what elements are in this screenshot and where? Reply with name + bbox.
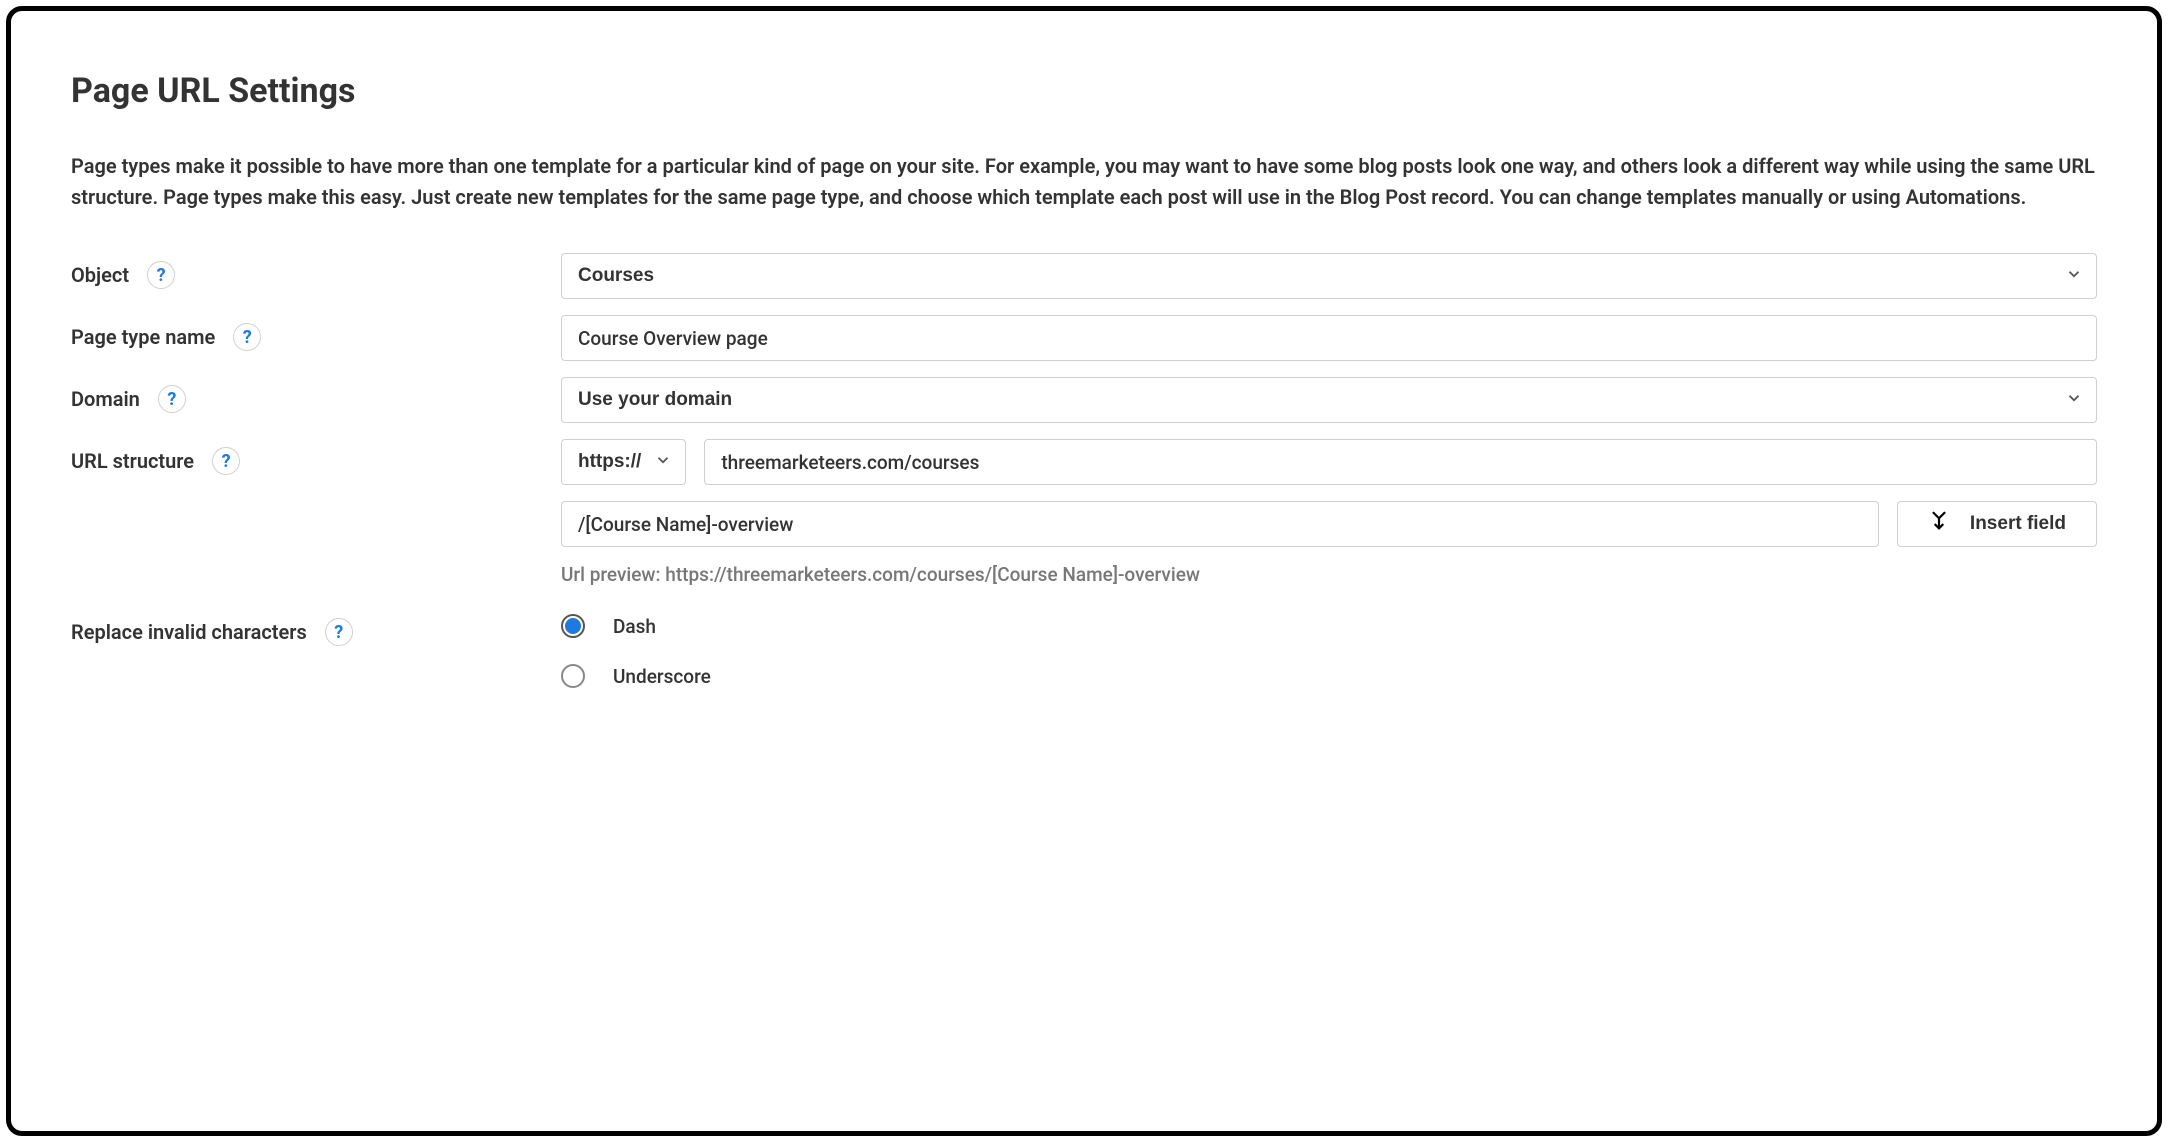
page-description: Page types make it possible to have more…: [71, 151, 2097, 213]
row-replace-invalid: Replace invalid characters ? Dash Unders…: [71, 610, 2097, 688]
insert-field-button[interactable]: Insert field: [1897, 501, 2097, 547]
object-label: Object: [71, 263, 129, 287]
radio-icon: [561, 664, 585, 688]
protocol-select[interactable]: https://: [561, 439, 686, 485]
field-col: https://: [561, 439, 2097, 586]
page-url-settings-panel: Page URL Settings Page types make it pos…: [6, 6, 2162, 1136]
radio-dash-label: Dash: [613, 615, 656, 638]
domain-label: Domain: [71, 387, 140, 411]
url-pattern-input[interactable]: [561, 501, 1879, 547]
url-preview: Url preview: https://threemarketeers.com…: [561, 563, 2097, 586]
radio-underscore-label: Underscore: [613, 665, 711, 688]
radio-underscore[interactable]: Underscore: [561, 664, 2097, 688]
page-type-name-input[interactable]: [561, 315, 2097, 361]
url-base-input[interactable]: [704, 439, 2097, 485]
url-preview-label: Url preview:: [561, 563, 665, 586]
help-icon[interactable]: ?: [158, 385, 186, 413]
label-col: Object ?: [71, 253, 561, 289]
protocol-select-wrap: https://: [561, 439, 686, 485]
radio-icon: [561, 614, 585, 638]
replace-invalid-label: Replace invalid characters: [71, 620, 307, 644]
url-pattern-wrap: [561, 501, 1879, 547]
object-select-wrap: Courses: [561, 253, 2097, 299]
row-page-type-name: Page type name ?: [71, 315, 2097, 361]
object-select-value: Courses: [578, 265, 654, 287]
row-url-structure: URL structure ? https://: [71, 439, 2097, 586]
label-col: URL structure ?: [71, 439, 561, 475]
page-type-name-label: Page type name: [71, 325, 215, 349]
help-icon[interactable]: ?: [212, 447, 240, 475]
replace-invalid-radio-group: Dash Underscore: [561, 610, 2097, 688]
field-col: Use your domain: [561, 377, 2097, 423]
field-col: [561, 315, 2097, 361]
insert-field-label: Insert field: [1970, 513, 2066, 535]
domain-select-wrap: Use your domain: [561, 377, 2097, 423]
label-col: Replace invalid characters ?: [71, 610, 561, 646]
label-col: Page type name ?: [71, 315, 561, 351]
page-title: Page URL Settings: [71, 71, 2097, 111]
url-line-2: Insert field: [561, 501, 2097, 547]
label-col: Domain ?: [71, 377, 561, 413]
protocol-value: https://: [578, 451, 641, 473]
url-structure-label: URL structure: [71, 449, 194, 473]
domain-select-value: Use your domain: [578, 389, 732, 411]
row-object: Object ? Courses: [71, 253, 2097, 299]
help-icon[interactable]: ?: [325, 618, 353, 646]
help-icon[interactable]: ?: [233, 323, 261, 351]
domain-select[interactable]: Use your domain: [561, 377, 2097, 423]
field-col: Courses: [561, 253, 2097, 299]
help-icon[interactable]: ?: [147, 261, 175, 289]
url-line-1: https://: [561, 439, 2097, 485]
row-domain: Domain ? Use your domain: [71, 377, 2097, 423]
field-col: Dash Underscore: [561, 610, 2097, 688]
radio-dash[interactable]: Dash: [561, 614, 2097, 638]
url-preview-value: https://threemarketeers.com/courses/[Cou…: [665, 563, 1200, 586]
insert-field-icon: [1928, 510, 1950, 538]
object-select[interactable]: Courses: [561, 253, 2097, 299]
